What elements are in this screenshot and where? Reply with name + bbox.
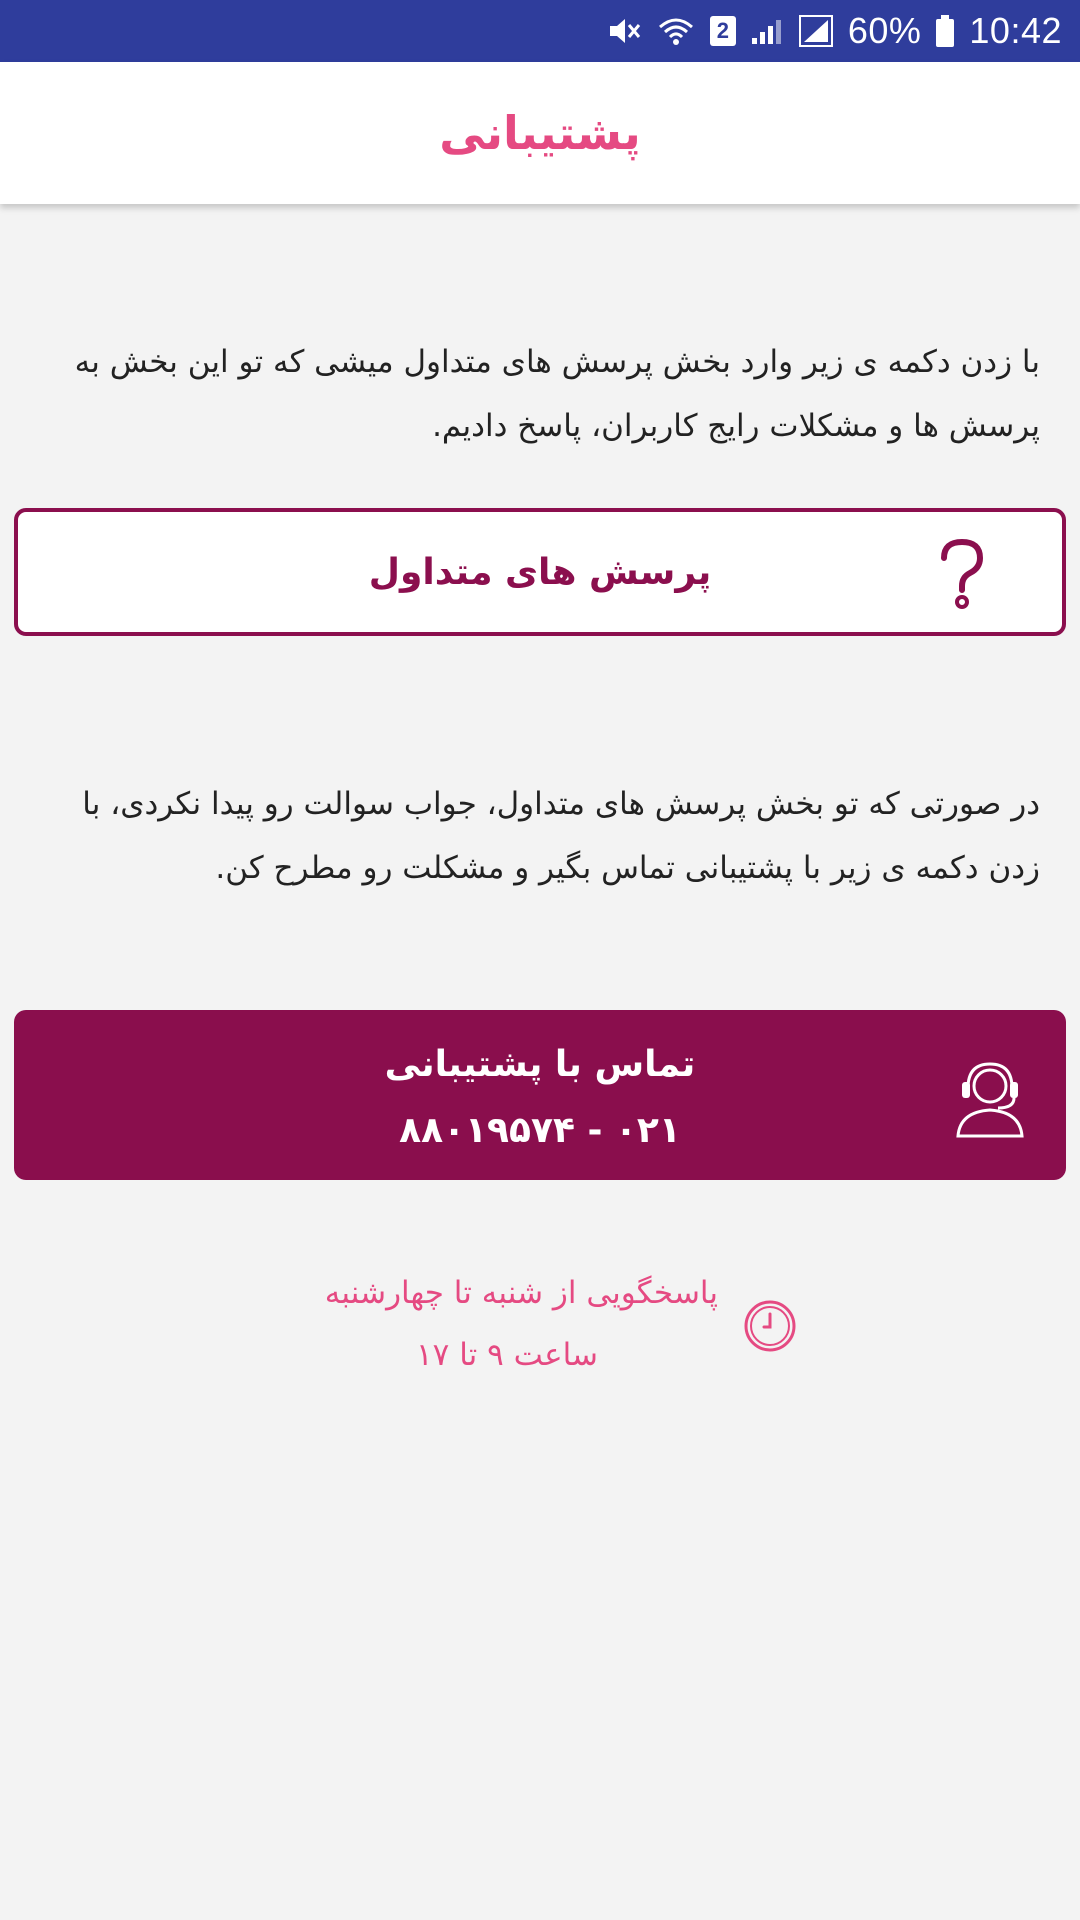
clock-time: 10:42 [969, 10, 1062, 51]
hours-days: پاسخگویی از شنبه تا چهارشنبه [324, 1275, 718, 1311]
app-bar: پشتیبانی [0, 62, 1080, 204]
contact-button-label: تماس با پشتیبانی [384, 1044, 696, 1085]
status-bar: 2 60% 10:42 [0, 0, 1080, 62]
faq-description: با زدن دکمه ی زیر وارد بخش پرسش های متدا… [74, 344, 1040, 444]
page-title: پشتیبانی [439, 106, 641, 160]
wifi-icon [656, 15, 696, 47]
support-phone-number: ۰۲۱ - ۸۸۰۱۹۵۷۴ [399, 1110, 681, 1151]
contact-support-button[interactable]: تماس با پشتیبانی ۰۲۱ - ۸۸۰۱۹۵۷۴ [14, 1010, 1066, 1180]
clock-icon [742, 1298, 798, 1375]
signal-icon [750, 16, 784, 46]
battery-percent: 60% [847, 10, 922, 51]
question-icon [932, 536, 992, 616]
mute-icon [606, 15, 642, 47]
battery-icon [935, 14, 955, 48]
hours-time: ساعت ۹ تا ۱۷ [416, 1337, 598, 1373]
faq-button[interactable]: پرسش های متداول [14, 508, 1066, 636]
contact-description: در صورتی که تو بخش پرسش های متداول، جواب… [82, 786, 1040, 886]
sim-icon: 2 [709, 16, 736, 46]
signal-icon [798, 14, 834, 48]
faq-button-label: پرسش های متداول [368, 551, 712, 593]
